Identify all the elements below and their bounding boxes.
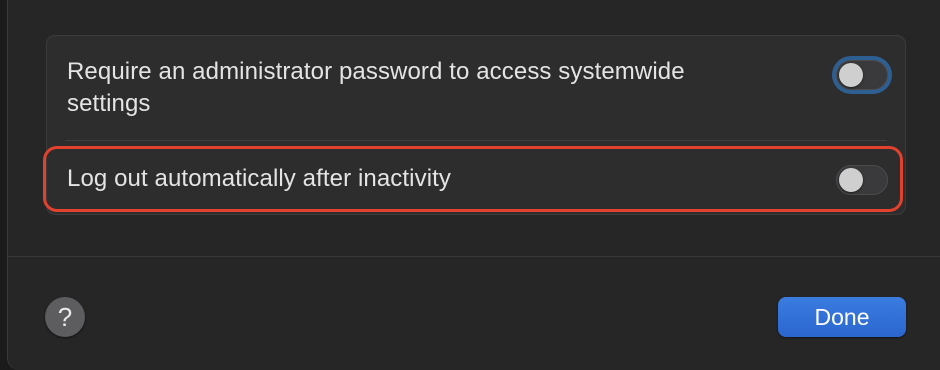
toggle-knob	[839, 63, 863, 87]
auto-logout-label: Log out automatically after inactivity	[67, 165, 451, 192]
toggle-knob	[839, 168, 863, 192]
auto-logout-toggle[interactable]	[836, 165, 888, 195]
done-button[interactable]: Done	[778, 297, 906, 337]
admin-password-toggle[interactable]	[836, 60, 888, 90]
admin-password-label: Require an administrator password to acc…	[67, 58, 685, 117]
settings-group: Require an administrator password to acc…	[46, 35, 906, 215]
footer-divider	[8, 256, 940, 257]
row-separator	[65, 140, 887, 141]
admin-password-row: Require an administrator password to acc…	[47, 36, 905, 140]
auto-logout-row: Log out automatically after inactivity	[47, 147, 905, 211]
help-button[interactable]: ?	[45, 297, 85, 337]
settings-sheet: Require an administrator password to acc…	[7, 0, 940, 370]
